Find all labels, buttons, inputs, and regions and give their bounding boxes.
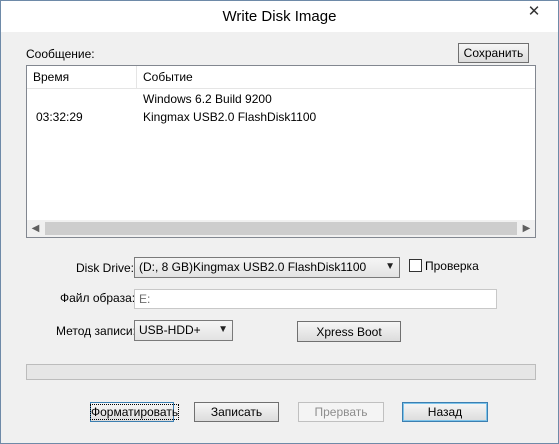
- horizontal-scrollbar[interactable]: ◀ ▶: [27, 220, 535, 237]
- image-file-input[interactable]: [134, 289, 497, 309]
- verify-label[interactable]: Проверка: [425, 259, 479, 273]
- xpress-boot-button[interactable]: Xpress Boot: [297, 321, 401, 342]
- log-row-1-event: Windows 6.2 Build 9200: [143, 92, 272, 106]
- write-method-value: USB-HDD+: [139, 323, 201, 337]
- write-disk-image-dialog: Write Disk Image ✕ Сообщение: Сохранить …: [0, 0, 559, 444]
- abort-button[interactable]: Прервать: [298, 402, 384, 422]
- scroll-left-icon[interactable]: ◀: [27, 220, 44, 237]
- disk-drive-value: (D:, 8 GB)Kingmax USB2.0 FlashDisk1100: [139, 260, 367, 274]
- verify-checkbox[interactable]: [409, 259, 422, 272]
- image-file-label: Файл образа:: [60, 291, 136, 305]
- column-header-event[interactable]: Событие: [143, 66, 193, 88]
- back-button[interactable]: Назад: [402, 402, 488, 422]
- column-separator[interactable]: [136, 66, 137, 88]
- log-row-2-event: Kingmax USB2.0 FlashDisk1100: [143, 110, 317, 124]
- column-header-time[interactable]: Время: [33, 66, 69, 88]
- log-list[interactable]: Время Событие Windows 6.2 Build 9200 03:…: [26, 65, 536, 238]
- scrollbar-thumb[interactable]: [45, 222, 517, 235]
- save-log-button[interactable]: Сохранить: [458, 43, 529, 63]
- close-icon[interactable]: ✕: [519, 2, 549, 22]
- log-label: Сообщение:: [26, 47, 95, 61]
- log-row-2-time: 03:32:29: [36, 110, 83, 124]
- disk-drive-label: Disk Drive:: [76, 261, 135, 275]
- log-header: Время Событие: [27, 66, 535, 89]
- format-button-label: Форматировать: [89, 404, 180, 420]
- title-bar: Write Disk Image ✕: [1, 1, 558, 32]
- scroll-right-icon[interactable]: ▶: [518, 220, 535, 237]
- window-title: Write Disk Image: [222, 8, 337, 25]
- chevron-down-icon: ▼: [218, 324, 228, 335]
- write-method-label: Метод записи:: [56, 324, 136, 338]
- format-button[interactable]: Форматировать: [89, 402, 180, 422]
- write-button[interactable]: Записать: [194, 402, 279, 422]
- progress-bar: [26, 364, 536, 380]
- chevron-down-icon: ▼: [385, 261, 395, 272]
- write-method-select[interactable]: USB-HDD+ ▼: [134, 320, 233, 341]
- disk-drive-select[interactable]: (D:, 8 GB)Kingmax USB2.0 FlashDisk1100 ▼: [134, 257, 400, 278]
